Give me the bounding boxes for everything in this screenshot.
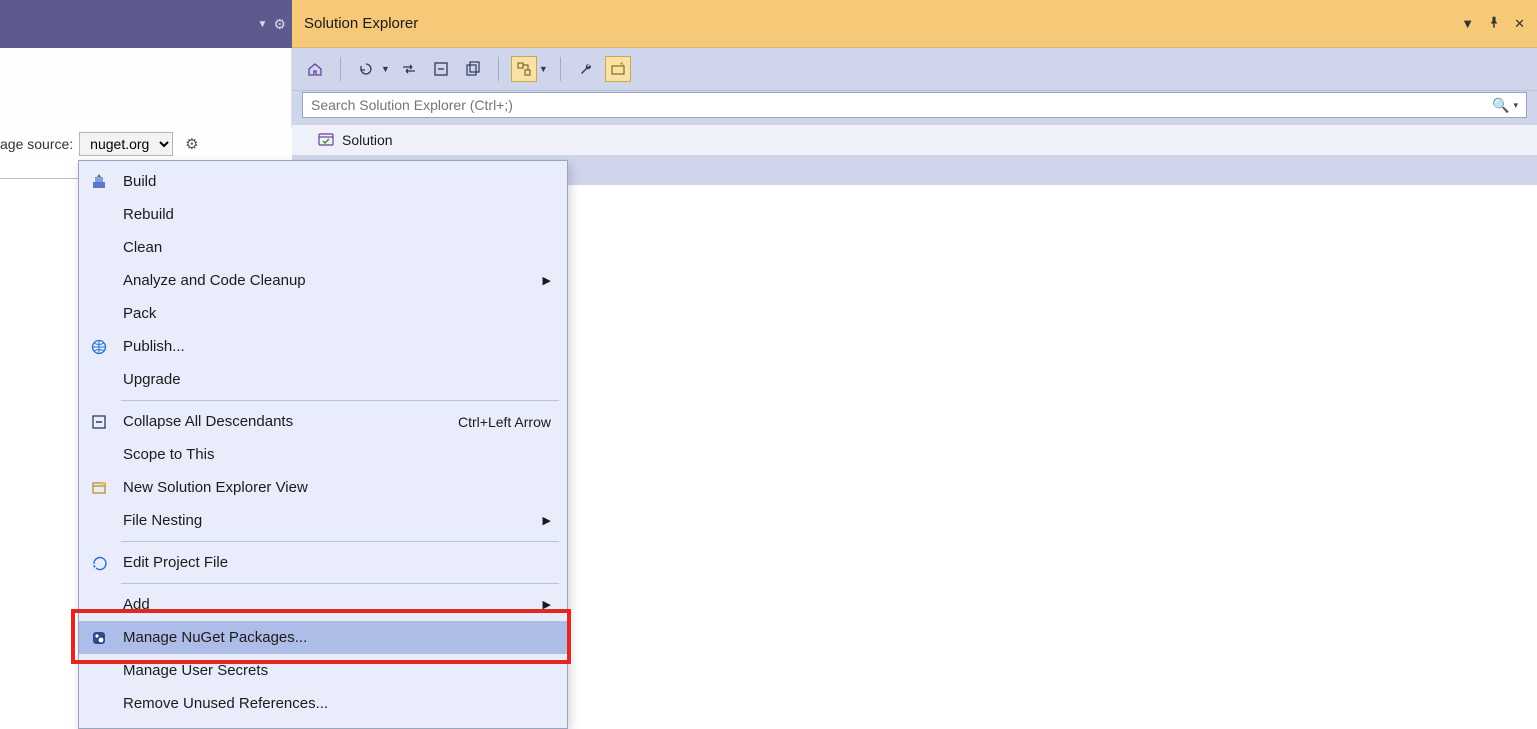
package-underline (0, 178, 78, 179)
menu-item-label: Analyze and Code Cleanup (123, 272, 529, 289)
sync-icon[interactable] (396, 56, 422, 82)
solution-explorer-header: Solution Explorer ▼ ✕ (292, 0, 1537, 48)
menu-item-manage-user-secrets[interactable]: Manage User Secrets (79, 654, 567, 687)
package-source-settings-gear-icon[interactable]: ⚙ (185, 135, 198, 153)
package-source-label: age source: (0, 136, 73, 152)
menu-item-clean[interactable]: Clean (79, 231, 567, 264)
menu-item-label: Pack (123, 305, 551, 322)
menu-item-label: Manage User Secrets (123, 662, 551, 679)
menu-item-analyze-and-code-cleanup[interactable]: Analyze and Code Cleanup ▶ (79, 264, 567, 297)
solution-explorer-toolbar: ▼ ▼ (292, 48, 1537, 91)
menu-item-label: Upgrade (123, 371, 551, 388)
blank-icon (89, 511, 109, 531)
left-white-panel (0, 48, 292, 128)
blank-icon (89, 694, 109, 714)
home-icon[interactable] (302, 56, 328, 82)
panel-dropdown-icon[interactable]: ▼ (1461, 16, 1474, 32)
menu-item-label: Clean (123, 239, 551, 256)
blank-icon (89, 370, 109, 390)
track-active-item-icon[interactable] (511, 56, 537, 82)
menu-item-pack[interactable]: Pack (79, 297, 567, 330)
panel-window-controls: ▼ ✕ (1461, 16, 1525, 32)
menu-item-scope-to-this[interactable]: Scope to This (79, 438, 567, 471)
menu-item-upgrade[interactable]: Upgrade (79, 363, 567, 396)
preview-selected-icon[interactable] (605, 56, 631, 82)
track-dropdown-icon[interactable]: ▼ (539, 64, 548, 74)
project-context-menu: Build Rebuild Clean Analyze and Code Cleanu… (78, 160, 568, 729)
build-icon (89, 172, 109, 192)
menu-item-file-nesting[interactable]: File Nesting ▶ (79, 504, 567, 537)
menu-item-publish[interactable]: Publish... (79, 330, 567, 363)
globe-icon (89, 337, 109, 357)
solution-explorer-search[interactable]: 🔍 ▾ (302, 92, 1527, 118)
newview-icon (89, 478, 109, 498)
solution-explorer-title: Solution Explorer (304, 15, 1461, 32)
menu-item-edit-project-file[interactable]: Edit Project File (79, 546, 567, 579)
submenu-arrow-icon: ▶ (543, 514, 551, 527)
menu-item-collapse-all-descendants[interactable]: Collapse All Descendants Ctrl+Left Arrow (79, 405, 567, 438)
properties-wrench-icon[interactable] (573, 56, 599, 82)
menu-item-add[interactable]: Add ▶ (79, 588, 567, 621)
toolbar-separator (498, 57, 499, 81)
tree-root-row[interactable]: Solution (292, 125, 1537, 155)
tab-dropdown-icon[interactable]: ▼ (258, 19, 268, 30)
menu-item-manage-nuget-packages[interactable]: Manage NuGet Packages... (79, 621, 567, 654)
collapse-all-icon[interactable] (428, 56, 454, 82)
menu-item-label: File Nesting (123, 512, 529, 529)
menu-item-rebuild[interactable]: Rebuild (79, 198, 567, 231)
context-menu-separator (121, 400, 559, 401)
history-dropdown-icon[interactable]: ▼ (381, 64, 390, 74)
panel-close-icon[interactable]: ✕ (1514, 16, 1525, 32)
menu-item-build[interactable]: Build (79, 165, 567, 198)
menu-item-new-solution-explorer-view[interactable]: New Solution Explorer View (79, 471, 567, 504)
blank-icon (89, 238, 109, 258)
blank-icon (89, 661, 109, 681)
menu-item-label: Build (123, 173, 551, 190)
history-back-icon[interactable] (353, 56, 379, 82)
search-input[interactable] (311, 97, 1492, 113)
nuget-icon (89, 628, 109, 648)
panel-pin-icon[interactable] (1488, 16, 1500, 32)
tab-settings-gear-icon[interactable]: ⚙ (273, 16, 286, 33)
show-all-files-icon[interactable] (460, 56, 486, 82)
search-icon[interactable]: 🔍 (1492, 97, 1509, 114)
tab-well-left: ▼ ⚙ (0, 0, 292, 48)
toolbar-separator (560, 57, 561, 81)
context-menu-separator (121, 541, 559, 542)
submenu-arrow-icon: ▶ (543, 274, 551, 287)
menu-item-label: Publish... (123, 338, 551, 355)
edit-icon (89, 553, 109, 573)
menu-item-label: Edit Project File (123, 554, 551, 571)
menu-item-label: Rebuild (123, 206, 551, 223)
toolbar-separator (340, 57, 341, 81)
blank-icon (89, 304, 109, 324)
menu-item-shortcut: Ctrl+Left Arrow (458, 414, 551, 430)
menu-item-label: New Solution Explorer View (123, 479, 551, 496)
context-menu-separator (121, 583, 559, 584)
menu-item-remove-unused-references[interactable]: Remove Unused References... (79, 687, 567, 720)
menu-item-label: Add (123, 596, 529, 613)
menu-item-label: Collapse All Descendants (123, 413, 444, 430)
blank-icon (89, 271, 109, 291)
blank-icon (89, 595, 109, 615)
menu-item-label: Remove Unused References... (123, 695, 551, 712)
menu-item-label: Manage NuGet Packages... (123, 629, 551, 646)
solution-icon (318, 131, 334, 150)
menu-item-label: Scope to This (123, 446, 551, 463)
search-dropdown-icon[interactable]: ▾ (1513, 100, 1518, 111)
package-source-row: age source: nuget.org ⚙ (0, 128, 292, 160)
collapse-icon (89, 412, 109, 432)
blank-icon (89, 205, 109, 225)
package-source-select[interactable]: nuget.org (79, 132, 173, 156)
solution-explorer-search-row: 🔍 ▾ (292, 91, 1537, 125)
tree-root-label: Solution (342, 132, 393, 148)
blank-icon (89, 445, 109, 465)
submenu-arrow-icon: ▶ (543, 598, 551, 611)
